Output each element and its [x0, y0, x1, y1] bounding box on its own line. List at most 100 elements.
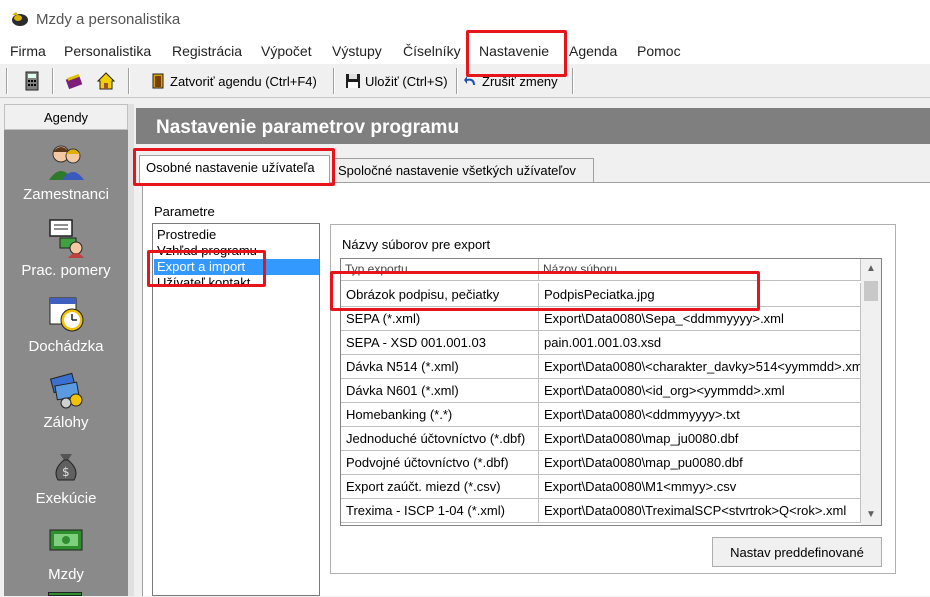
sidebar-item-label: Prac. pomery	[21, 262, 111, 279]
menu-ciselniky[interactable]: Číselníky	[403, 43, 461, 59]
door-icon	[152, 73, 164, 89]
cell-export-type: Jednoduché účtovníctvo (*.dbf)	[341, 427, 539, 451]
banknote-icon	[49, 529, 83, 551]
grid-vertical-scrollbar[interactable]: ▲ ▼	[861, 259, 881, 525]
cell-file-name[interactable]: pain.001.001.03.xsd	[539, 331, 861, 355]
column-header-nazov[interactable]: Názov súboru	[539, 259, 861, 281]
toolbar-separator	[456, 68, 458, 94]
scroll-thumb[interactable]	[864, 281, 878, 301]
sidebar-item-prac-pomery[interactable]: Prac. pomery	[4, 218, 128, 293]
cell-export-type: SEPA (*.xml)	[341, 307, 539, 331]
sidebar-item-label: Zálohy	[43, 414, 89, 431]
agenda-sidebar: Agendy Zamestnanci Prac. pomery Dochádzk…	[4, 104, 128, 596]
menu-agenda[interactable]: Agenda	[569, 43, 617, 59]
sidebar-item-mzdy[interactable]: Mzdy	[4, 522, 128, 597]
people-icon	[49, 145, 84, 180]
save-button[interactable]: Uložiť (Ctrl+S)	[345, 69, 448, 93]
param-item-prostredie[interactable]: Prostredie	[154, 227, 319, 243]
svg-text:$: $	[62, 465, 70, 479]
cell-file-name[interactable]: Export\Data0080\map_ju0080.dbf	[539, 427, 861, 451]
table-row[interactable]: Obrázok podpisu, pečiatky PodpisPeciatka…	[341, 283, 861, 307]
preset-defaults-button[interactable]: Nastav preddefinované	[712, 537, 882, 567]
export-grid: Typ exportu Názov súboru Obrázok podpisu…	[340, 258, 882, 526]
money-bag-icon: $	[55, 454, 77, 481]
cell-export-type: Trexima - ISCP 1-04 (*.xml)	[341, 499, 539, 523]
param-item-export-import[interactable]: Export a import	[154, 259, 319, 275]
books-icon[interactable]	[64, 71, 84, 91]
window-title: Mzdy a personalistika	[36, 11, 181, 28]
menu-firma[interactable]: Firma	[10, 43, 46, 59]
table-row[interactable]: Homebanking (*.*) Export\Data0080\<ddmmy…	[341, 403, 861, 427]
menu-vystupy[interactable]: Výstupy	[332, 43, 382, 59]
cell-export-type: Export zaúčt. miezd (*.csv)	[341, 475, 539, 499]
cell-export-type: Obrázok podpisu, pečiatky	[341, 283, 539, 307]
toolbar-separator	[333, 68, 335, 94]
cell-export-type: Dávka N601 (*.xml)	[341, 379, 539, 403]
cell-file-name[interactable]: Export\Data0080\<charakter_davky>514<yym…	[539, 355, 861, 379]
table-row[interactable]: Export zaúčt. miezd (*.csv) Export\Data0…	[341, 475, 861, 499]
tab-osobne-nastavenie[interactable]: Osobné nastavenie užívateľa	[139, 155, 330, 183]
menu-vypocet[interactable]: Výpočet	[261, 43, 312, 59]
scroll-down-icon[interactable]: ▼	[866, 509, 876, 520]
cell-file-name[interactable]: PodpisPeciatka.jpg	[539, 283, 861, 307]
close-agenda-button[interactable]: Zatvoriť agendu (Ctrl+F4)	[150, 69, 317, 93]
cell-file-name[interactable]: Export\Data0080\<ddmmyyyy>.txt	[539, 403, 861, 427]
floppy-disk-icon	[346, 74, 360, 88]
menu-bar: Firma Personalistika Registrácia Výpočet…	[0, 38, 930, 64]
param-item-vzhlad[interactable]: Vzhľad programu	[154, 243, 319, 259]
sidebar-item-label: Zamestnanci	[23, 186, 109, 203]
sidebar-item-partial	[4, 590, 128, 596]
grid-header: Typ exportu Názov súboru	[341, 259, 861, 281]
menu-nastavenie[interactable]: Nastavenie	[479, 43, 549, 59]
cell-export-type: Podvojné účtovníctvo (*.dbf)	[341, 451, 539, 475]
discard-changes-button[interactable]: Zrušiť zmeny	[464, 69, 558, 93]
param-item-uzivatel-kontakt[interactable]: Užívateľ kontakt	[154, 275, 319, 291]
cell-export-type: Dávka N514 (*.xml)	[341, 355, 539, 379]
app-logo-icon	[12, 12, 28, 26]
cell-export-type: Homebanking (*.*)	[341, 403, 539, 427]
table-row[interactable]: SEPA (*.xml) Export\Data0080\Sepa_<ddmmy…	[341, 307, 861, 331]
sidebar-item-label: Exekúcie	[35, 490, 97, 507]
sidebar-item-exekucie[interactable]: $ Exekúcie	[4, 446, 128, 521]
table-row[interactable]: Podvojné účtovníctvo (*.dbf) Export\Data…	[341, 451, 861, 475]
toolbar-grip	[6, 68, 8, 94]
cell-file-name[interactable]: Export\Data0080\map_pu0080.dbf	[539, 451, 861, 475]
column-header-typ[interactable]: Typ exportu	[341, 259, 539, 281]
panel-title: Nastavenie parametrov programu	[136, 108, 930, 144]
cell-file-name[interactable]: Export\Data0080\TreximalSCP<stvrtrok>Q<r…	[539, 499, 861, 523]
sidebar-item-label: Mzdy	[48, 566, 84, 583]
parameters-label: Parametre	[154, 204, 215, 219]
menu-registracia[interactable]: Registrácia	[172, 43, 242, 59]
scroll-up-icon[interactable]: ▲	[866, 263, 876, 274]
calendar-clock-icon	[49, 297, 84, 332]
money-icon	[49, 372, 83, 409]
toolbar-separator	[128, 68, 130, 94]
cell-file-name[interactable]: Export\Data0080\Sepa_<ddmmyyyy>.xml	[539, 307, 861, 331]
sidebar-item-dochadzka[interactable]: Dochádzka	[4, 294, 128, 369]
table-row[interactable]: SEPA - XSD 001.001.03 pain.001.001.03.xs…	[341, 331, 861, 355]
table-row[interactable]: Dávka N601 (*.xml) Export\Data0080\<id_o…	[341, 379, 861, 403]
toolbar-separator	[572, 68, 574, 94]
tab-spolocne-nastavenie[interactable]: Spoločné nastavenie všetkých užívateľov	[332, 158, 594, 182]
sidebar-header: Agendy	[4, 104, 128, 130]
close-agenda-label: Zatvoriť agendu (Ctrl+F4)	[170, 73, 317, 89]
discard-changes-label: Zrušiť zmeny	[482, 73, 558, 89]
undo-arrow-icon	[464, 76, 475, 85]
cell-export-type: SEPA - XSD 001.001.03	[341, 331, 539, 355]
menu-pomoc[interactable]: Pomoc	[637, 43, 681, 59]
toolbar: Zatvoriť agendu (Ctrl+F4) Uložiť (Ctrl+S…	[0, 64, 930, 98]
toolbar-separator	[52, 68, 54, 94]
parameters-list: Prostredie Vzhľad programu Export a impo…	[152, 223, 320, 596]
home-icon[interactable]	[96, 71, 116, 91]
save-label: Uložiť (Ctrl+S)	[365, 73, 448, 89]
sidebar-item-zalohy[interactable]: Zálohy	[4, 370, 128, 445]
cell-file-name[interactable]: Export\Data0080\<id_org><yymmdd>.xml	[539, 379, 861, 403]
table-row[interactable]: Jednoduché účtovníctvo (*.dbf) Export\Da…	[341, 427, 861, 451]
table-row[interactable]: Dávka N514 (*.xml) Export\Data0080\<char…	[341, 355, 861, 379]
sidebar-item-label: Dochádzka	[28, 338, 104, 355]
table-row[interactable]: Trexima - ISCP 1-04 (*.xml) Export\Data0…	[341, 499, 861, 523]
sidebar-item-zamestnanci[interactable]: Zamestnanci	[4, 142, 128, 217]
cell-file-name[interactable]: Export\Data0080\M1<mmyy>.csv	[539, 475, 861, 499]
calculator-icon[interactable]	[22, 71, 42, 91]
menu-personalistika[interactable]: Personalistika	[64, 43, 151, 59]
